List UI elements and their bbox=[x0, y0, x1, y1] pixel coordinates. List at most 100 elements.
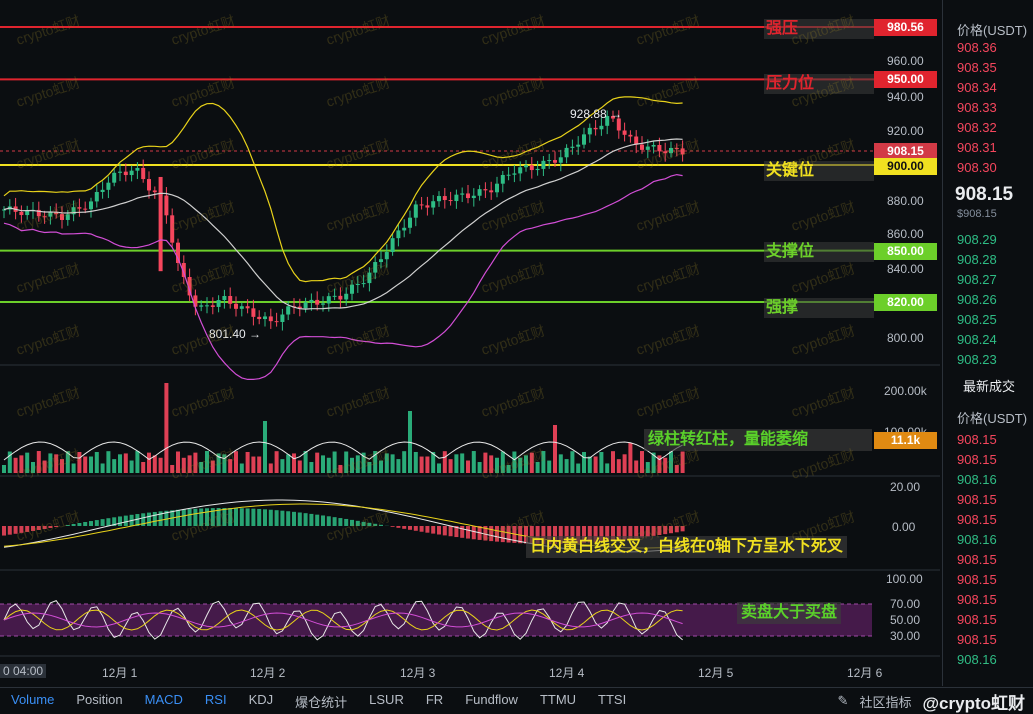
candle-body bbox=[240, 306, 244, 309]
candle-body bbox=[454, 195, 458, 201]
candle-body bbox=[466, 193, 470, 198]
candle-body bbox=[431, 201, 435, 207]
toolbar-item-volume[interactable]: Volume bbox=[0, 692, 65, 711]
macd-histogram-bar bbox=[269, 510, 273, 526]
date-label: 0 04:00 bbox=[0, 664, 46, 678]
bid-row[interactable]: 908.23 bbox=[957, 352, 997, 367]
community-indicator-icon[interactable]: ✎ bbox=[838, 693, 849, 709]
trade-row[interactable]: 908.15 bbox=[957, 632, 997, 647]
ask-row[interactable]: 908.34 bbox=[957, 80, 997, 95]
price-tick: 960.00 bbox=[887, 54, 940, 68]
macd-histogram-bar bbox=[437, 526, 441, 535]
toolbar-item-macd[interactable]: MACD bbox=[134, 692, 194, 711]
trade-row[interactable]: 908.15 bbox=[957, 432, 997, 447]
rsi-tick: 50.00 bbox=[890, 613, 920, 627]
volume-bar bbox=[617, 459, 621, 473]
trade-row[interactable]: 908.15 bbox=[957, 612, 997, 627]
volume-bar bbox=[147, 453, 151, 473]
candle-body bbox=[263, 316, 267, 319]
candle-body bbox=[217, 300, 221, 307]
candle-body bbox=[495, 184, 499, 193]
candle-body bbox=[89, 201, 93, 209]
candle-body bbox=[512, 173, 516, 174]
candle-body bbox=[507, 175, 511, 176]
bid-row[interactable]: 908.29 bbox=[957, 232, 997, 247]
level-tag-strong-support: 820.00 bbox=[874, 294, 937, 311]
trade-row[interactable]: 908.15 bbox=[957, 592, 997, 607]
volume-bar bbox=[286, 454, 290, 473]
toolbar-item-kdj[interactable]: KDJ bbox=[238, 692, 285, 711]
toolbar-item-lsur[interactable]: LSUR bbox=[358, 692, 415, 711]
candle-body bbox=[159, 177, 163, 271]
candle-body bbox=[112, 173, 116, 183]
ask-row[interactable]: 908.36 bbox=[957, 40, 997, 55]
toolbar-item-ttmu[interactable]: TTMU bbox=[529, 692, 587, 711]
bid-row[interactable]: 908.28 bbox=[957, 252, 997, 267]
price-tick: 940.00 bbox=[887, 90, 940, 104]
macd-histogram-bar bbox=[298, 512, 302, 526]
candle-body bbox=[443, 196, 447, 200]
volume-bar bbox=[118, 454, 122, 473]
ask-row[interactable]: 908.30 bbox=[957, 160, 997, 175]
candle-body bbox=[315, 300, 319, 305]
toolbar-item-爆仓统计[interactable]: 爆仓统计 bbox=[284, 692, 358, 711]
price-tick: 920.00 bbox=[887, 124, 940, 138]
ask-row[interactable]: 908.33 bbox=[957, 100, 997, 115]
candle-body bbox=[321, 303, 325, 304]
candle-body bbox=[205, 305, 209, 306]
candle-body bbox=[275, 321, 279, 322]
macd-histogram-bar bbox=[425, 526, 429, 533]
trade-row[interactable]: 908.16 bbox=[957, 652, 997, 667]
candle-body bbox=[199, 305, 203, 306]
ask-row[interactable]: 908.32 bbox=[957, 120, 997, 135]
volume-bar bbox=[628, 443, 632, 473]
macd-histogram-bar bbox=[402, 526, 406, 529]
volume-bar bbox=[454, 454, 458, 473]
community-indicator-button[interactable]: 社区指标 bbox=[848, 692, 922, 711]
bid-row[interactable]: 908.26 bbox=[957, 292, 997, 307]
toolbar-item-position[interactable]: Position bbox=[65, 692, 133, 711]
date-label: 12月 4 bbox=[549, 664, 584, 681]
trade-row[interactable]: 908.15 bbox=[957, 452, 997, 467]
volume-bar bbox=[280, 459, 284, 473]
trade-row[interactable]: 908.15 bbox=[957, 492, 997, 507]
candle-body bbox=[164, 196, 168, 216]
macd-histogram-bar bbox=[443, 526, 447, 535]
bid-row[interactable]: 908.27 bbox=[957, 272, 997, 287]
macd-histogram-bar bbox=[106, 518, 110, 526]
candle-body bbox=[449, 200, 453, 201]
candle-body bbox=[286, 306, 290, 314]
trade-row[interactable]: 908.16 bbox=[957, 532, 997, 547]
candle-body bbox=[536, 169, 540, 170]
ask-row[interactable]: 908.31 bbox=[957, 140, 997, 155]
volume-bar bbox=[164, 383, 168, 473]
bid-row[interactable]: 908.25 bbox=[957, 312, 997, 327]
trade-row[interactable]: 908.15 bbox=[957, 552, 997, 567]
volume-bar bbox=[240, 464, 244, 473]
macd-histogram-bar bbox=[472, 526, 476, 539]
trade-row[interactable]: 908.15 bbox=[957, 512, 997, 527]
macd-histogram-bar bbox=[95, 520, 99, 526]
candle-body bbox=[483, 189, 487, 190]
toolbar-item-ttsi[interactable]: TTSI bbox=[587, 692, 637, 711]
macd-histogram-bar bbox=[263, 509, 267, 526]
ask-row[interactable]: 908.35 bbox=[957, 60, 997, 75]
volume-bar bbox=[553, 425, 557, 473]
chart-area[interactable]: 960.00 940.00 920.00 880.00 860.00 840.0… bbox=[0, 0, 940, 686]
toolbar-item-fundflow[interactable]: Fundflow bbox=[454, 692, 529, 711]
trade-row[interactable]: 908.16 bbox=[957, 472, 997, 487]
volume-bar bbox=[437, 463, 441, 473]
toolbar-item-fr[interactable]: FR bbox=[415, 692, 454, 711]
volume-bar bbox=[472, 451, 476, 473]
candle-body bbox=[269, 316, 273, 321]
candle-body bbox=[420, 204, 424, 205]
date-label: 12月 6 bbox=[847, 664, 882, 681]
trade-row[interactable]: 908.15 bbox=[957, 572, 997, 587]
candle-body bbox=[489, 190, 493, 192]
bid-row[interactable]: 908.24 bbox=[957, 332, 997, 347]
volume-bar bbox=[106, 451, 110, 473]
volume-bar bbox=[124, 453, 128, 473]
candle-body bbox=[530, 165, 534, 170]
toolbar-item-rsi[interactable]: RSI bbox=[194, 692, 238, 711]
macd-histogram-bar bbox=[420, 526, 424, 532]
